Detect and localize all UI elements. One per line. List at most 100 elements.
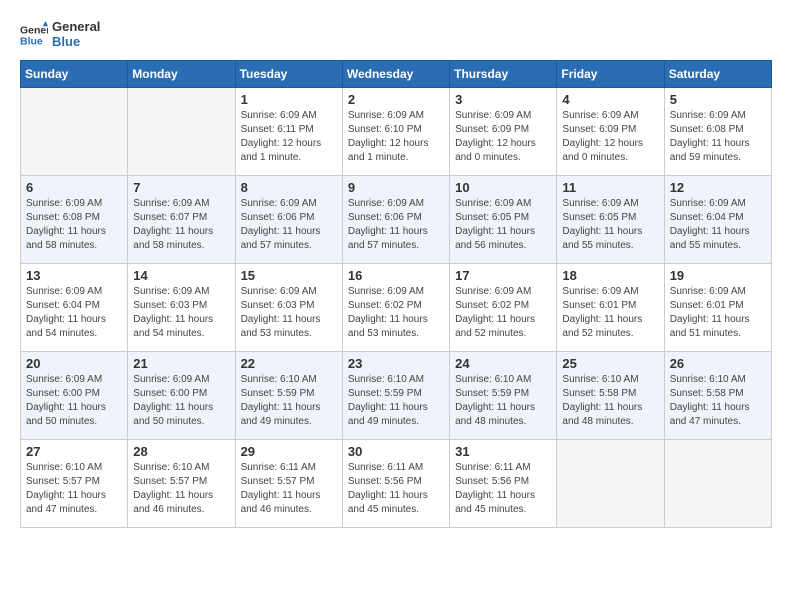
day-number: 30 bbox=[348, 444, 444, 459]
day-info: Sunrise: 6:09 AM Sunset: 6:10 PM Dayligh… bbox=[348, 109, 444, 165]
day-info: Sunrise: 6:09 AM Sunset: 6:04 PM Dayligh… bbox=[26, 285, 122, 341]
calendar-cell bbox=[664, 439, 771, 527]
calendar-cell: 3 Sunrise: 6:09 AM Sunset: 6:09 PM Daylig… bbox=[450, 87, 557, 175]
day-number: 8 bbox=[241, 180, 337, 195]
calendar-cell: 13 Sunrise: 6:09 AM Sunset: 6:04 PM Dayli… bbox=[21, 263, 128, 351]
day-number: 11 bbox=[562, 180, 658, 195]
day-number: 31 bbox=[455, 444, 551, 459]
calendar-cell: 17 Sunrise: 6:09 AM Sunset: 6:02 PM Dayli… bbox=[450, 263, 557, 351]
calendar-cell: 18 Sunrise: 6:09 AM Sunset: 6:01 PM Dayli… bbox=[557, 263, 664, 351]
calendar-cell: 28Sunrise: 6:10 AM Sunset: 5:57 PM Dayli… bbox=[128, 439, 235, 527]
day-number: 23 bbox=[348, 356, 444, 371]
day-info: Sunrise: 6:09 AM Sunset: 6:03 PM Dayligh… bbox=[241, 285, 337, 341]
day-number: 29 bbox=[241, 444, 337, 459]
calendar-cell: 9Sunrise: 6:09 AM Sunset: 6:06 PM Daylig… bbox=[342, 175, 449, 263]
day-info: Sunrise: 6:09 AM Sunset: 6:07 PM Dayligh… bbox=[133, 197, 229, 253]
calendar-week-row: 27 Sunrise: 6:10 AM Sunset: 5:57 PM Dayli… bbox=[21, 439, 772, 527]
calendar-cell: 16 Sunrise: 6:09 AM Sunset: 6:02 PM Dayli… bbox=[342, 263, 449, 351]
calendar-header-row: SundayMondayTuesdayWednesdayThursdayFrid… bbox=[21, 60, 772, 87]
calendar-cell: 7 Sunrise: 6:09 AM Sunset: 6:07 PM Daylig… bbox=[128, 175, 235, 263]
calendar-cell: 30 Sunrise: 6:11 AM Sunset: 5:56 PM Dayli… bbox=[342, 439, 449, 527]
day-info: Sunrise: 6:09 AM Sunset: 6:01 PM Dayligh… bbox=[670, 285, 766, 341]
calendar-cell: 20 Sunrise: 6:09 AM Sunset: 6:00 PM Dayli… bbox=[21, 351, 128, 439]
day-number: 22 bbox=[241, 356, 337, 371]
page-header: General Blue General Blue bbox=[20, 20, 772, 50]
day-info: Sunrise: 6:10 AM Sunset: 5:59 PM Dayligh… bbox=[455, 373, 551, 429]
day-number: 3 bbox=[455, 92, 551, 107]
calendar-table: SundayMondayTuesdayWednesdayThursdayFrid… bbox=[20, 60, 772, 528]
calendar-cell: 8 Sunrise: 6:09 AM Sunset: 6:06 PM Daylig… bbox=[235, 175, 342, 263]
calendar-cell: 27 Sunrise: 6:10 AM Sunset: 5:57 PM Dayli… bbox=[21, 439, 128, 527]
calendar-cell: 2 Sunrise: 6:09 AM Sunset: 6:10 PM Daylig… bbox=[342, 87, 449, 175]
day-number: 28 bbox=[133, 444, 229, 459]
day-info: Sunrise: 6:09 AM Sunset: 6:09 PM Dayligh… bbox=[562, 109, 658, 165]
day-number: 6 bbox=[26, 180, 122, 195]
weekday-header-monday: Monday bbox=[128, 60, 235, 87]
calendar-week-row: 6 Sunrise: 6:09 AM Sunset: 6:08 PM Daylig… bbox=[21, 175, 772, 263]
calendar-cell: 19 Sunrise: 6:09 AM Sunset: 6:01 PM Dayli… bbox=[664, 263, 771, 351]
day-number: 16 bbox=[348, 268, 444, 283]
day-info: Sunrise: 6:09 AM Sunset: 6:08 PM Dayligh… bbox=[26, 197, 122, 253]
calendar-cell: 14Sunrise: 6:09 AM Sunset: 6:03 PM Dayli… bbox=[128, 263, 235, 351]
calendar-cell: 26Sunrise: 6:10 AM Sunset: 5:58 PM Dayli… bbox=[664, 351, 771, 439]
day-info: Sunrise: 6:09 AM Sunset: 6:02 PM Dayligh… bbox=[455, 285, 551, 341]
day-info: Sunrise: 6:09 AM Sunset: 6:05 PM Dayligh… bbox=[562, 197, 658, 253]
logo-general-text: General bbox=[52, 20, 100, 35]
day-info: Sunrise: 6:11 AM Sunset: 5:56 PM Dayligh… bbox=[348, 461, 444, 517]
day-number: 1 bbox=[241, 92, 337, 107]
calendar-cell: 11 Sunrise: 6:09 AM Sunset: 6:05 PM Dayli… bbox=[557, 175, 664, 263]
day-info: Sunrise: 6:10 AM Sunset: 5:58 PM Dayligh… bbox=[562, 373, 658, 429]
day-number: 18 bbox=[562, 268, 658, 283]
day-info: Sunrise: 6:09 AM Sunset: 6:11 PM Dayligh… bbox=[241, 109, 337, 165]
calendar-cell: 5Sunrise: 6:09 AM Sunset: 6:08 PM Daylig… bbox=[664, 87, 771, 175]
day-info: Sunrise: 6:10 AM Sunset: 5:58 PM Dayligh… bbox=[670, 373, 766, 429]
calendar-cell: 29 Sunrise: 6:11 AM Sunset: 5:57 PM Dayli… bbox=[235, 439, 342, 527]
day-info: Sunrise: 6:09 AM Sunset: 6:05 PM Dayligh… bbox=[455, 197, 551, 253]
day-info: Sunrise: 6:09 AM Sunset: 6:04 PM Dayligh… bbox=[670, 197, 766, 253]
calendar-cell: 10 Sunrise: 6:09 AM Sunset: 6:05 PM Dayli… bbox=[450, 175, 557, 263]
weekday-header-wednesday: Wednesday bbox=[342, 60, 449, 87]
day-info: Sunrise: 6:09 AM Sunset: 6:06 PM Dayligh… bbox=[241, 197, 337, 253]
day-number: 14 bbox=[133, 268, 229, 283]
day-number: 7 bbox=[133, 180, 229, 195]
calendar-cell: 21 Sunrise: 6:09 AM Sunset: 6:00 PM Dayli… bbox=[128, 351, 235, 439]
day-number: 27 bbox=[26, 444, 122, 459]
calendar-week-row: 20 Sunrise: 6:09 AM Sunset: 6:00 PM Dayli… bbox=[21, 351, 772, 439]
day-number: 21 bbox=[133, 356, 229, 371]
day-info: Sunrise: 6:09 AM Sunset: 6:02 PM Dayligh… bbox=[348, 285, 444, 341]
day-info: Sunrise: 6:11 AM Sunset: 5:57 PM Dayligh… bbox=[241, 461, 337, 517]
day-number: 10 bbox=[455, 180, 551, 195]
day-number: 13 bbox=[26, 268, 122, 283]
day-info: Sunrise: 6:09 AM Sunset: 6:00 PM Dayligh… bbox=[133, 373, 229, 429]
day-number: 2 bbox=[348, 92, 444, 107]
weekday-header-thursday: Thursday bbox=[450, 60, 557, 87]
weekday-header-friday: Friday bbox=[557, 60, 664, 87]
logo-icon: General Blue bbox=[20, 21, 48, 49]
calendar-cell: 4 Sunrise: 6:09 AM Sunset: 6:09 PM Daylig… bbox=[557, 87, 664, 175]
day-info: Sunrise: 6:09 AM Sunset: 6:09 PM Dayligh… bbox=[455, 109, 551, 165]
day-info: Sunrise: 6:10 AM Sunset: 5:57 PM Dayligh… bbox=[26, 461, 122, 517]
calendar-cell: 15 Sunrise: 6:09 AM Sunset: 6:03 PM Dayli… bbox=[235, 263, 342, 351]
day-number: 19 bbox=[670, 268, 766, 283]
calendar-cell: 24Sunrise: 6:10 AM Sunset: 5:59 PM Dayli… bbox=[450, 351, 557, 439]
calendar-cell: 6 Sunrise: 6:09 AM Sunset: 6:08 PM Daylig… bbox=[21, 175, 128, 263]
day-info: Sunrise: 6:10 AM Sunset: 5:59 PM Dayligh… bbox=[348, 373, 444, 429]
calendar-cell: 31 Sunrise: 6:11 AM Sunset: 5:56 PM Dayli… bbox=[450, 439, 557, 527]
day-info: Sunrise: 6:09 AM Sunset: 6:00 PM Dayligh… bbox=[26, 373, 122, 429]
day-info: Sunrise: 6:10 AM Sunset: 5:59 PM Dayligh… bbox=[241, 373, 337, 429]
day-number: 25 bbox=[562, 356, 658, 371]
day-info: Sunrise: 6:11 AM Sunset: 5:56 PM Dayligh… bbox=[455, 461, 551, 517]
day-number: 20 bbox=[26, 356, 122, 371]
calendar-cell bbox=[21, 87, 128, 175]
day-info: Sunrise: 6:09 AM Sunset: 6:08 PM Dayligh… bbox=[670, 109, 766, 165]
day-info: Sunrise: 6:09 AM Sunset: 6:01 PM Dayligh… bbox=[562, 285, 658, 341]
day-number: 15 bbox=[241, 268, 337, 283]
day-number: 17 bbox=[455, 268, 551, 283]
day-number: 12 bbox=[670, 180, 766, 195]
day-number: 4 bbox=[562, 92, 658, 107]
calendar-cell: 23 Sunrise: 6:10 AM Sunset: 5:59 PM Dayli… bbox=[342, 351, 449, 439]
calendar-cell bbox=[557, 439, 664, 527]
logo-blue-text: Blue bbox=[52, 35, 100, 50]
calendar-cell: 1 Sunrise: 6:09 AM Sunset: 6:11 PM Daylig… bbox=[235, 87, 342, 175]
day-number: 9 bbox=[348, 180, 444, 195]
